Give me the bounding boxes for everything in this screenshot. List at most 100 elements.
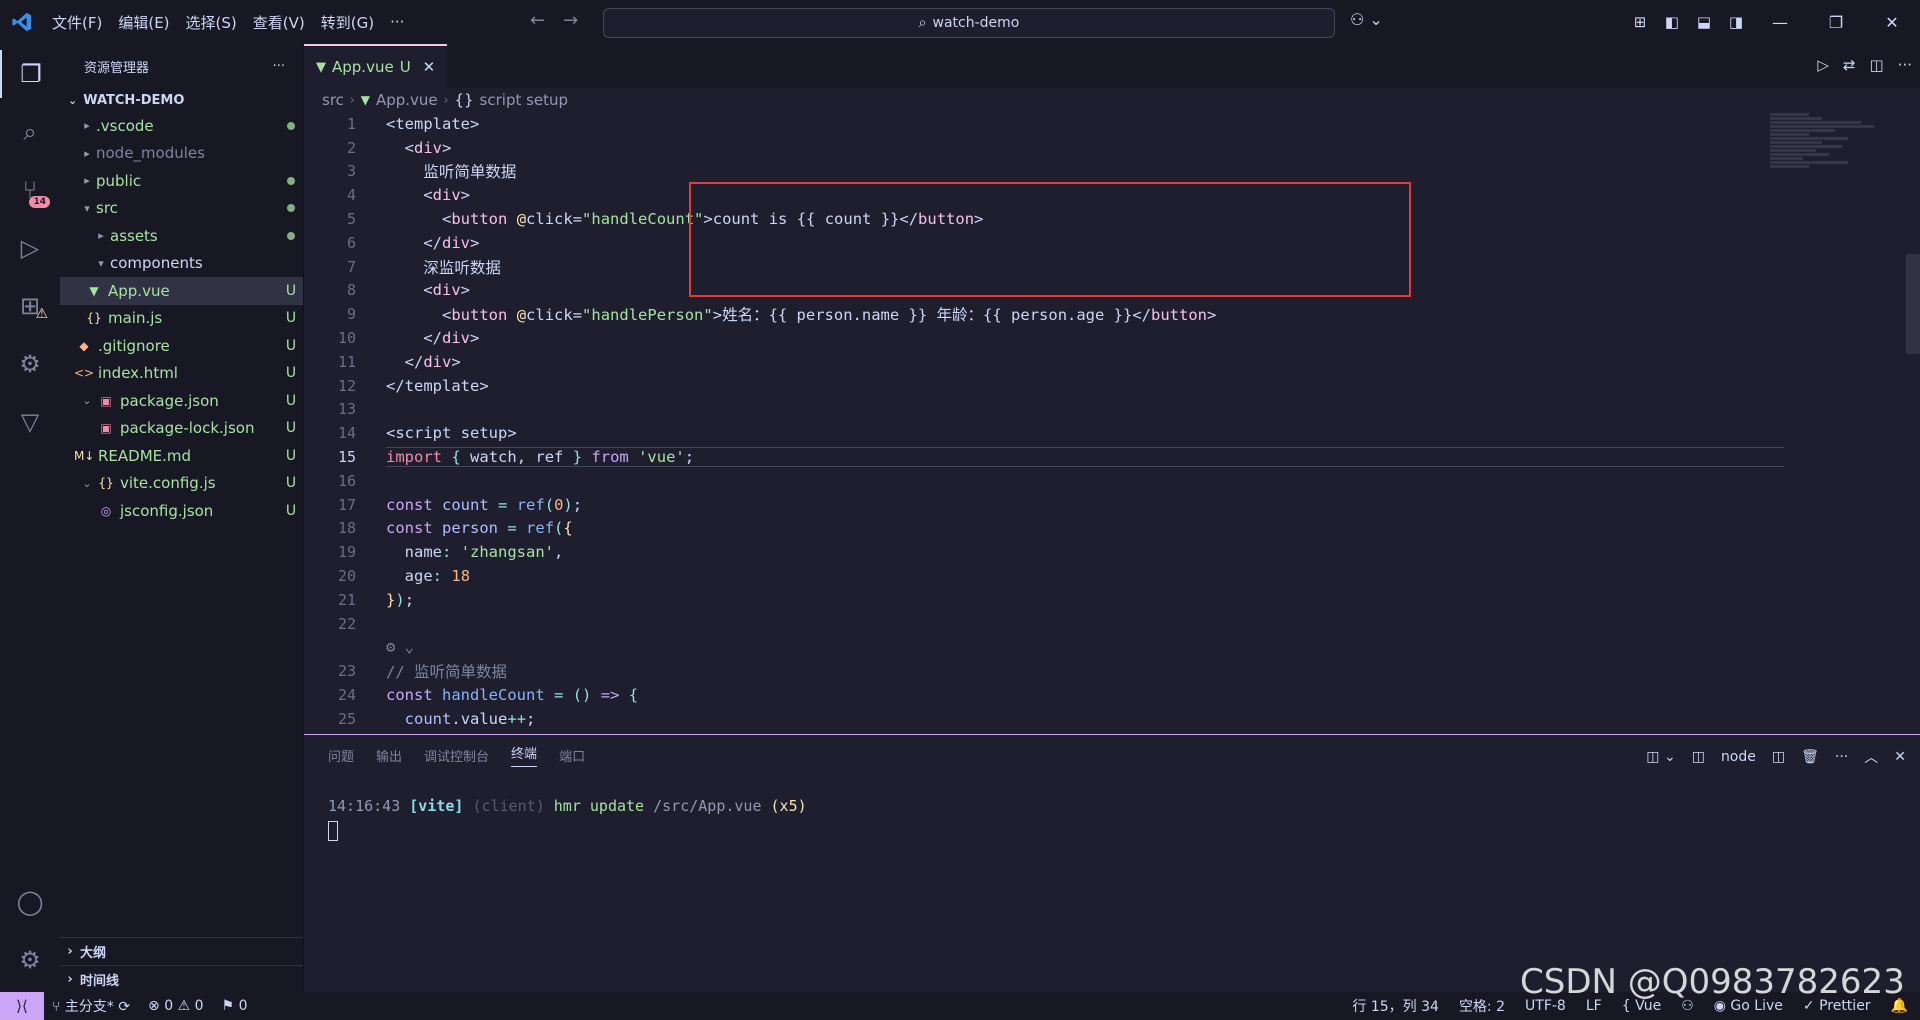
explorer-header: 资源管理器 ···	[60, 44, 303, 88]
scm-badge: 14	[29, 196, 50, 208]
tree-item-node-modules[interactable]: ▸ node_modules	[60, 140, 303, 168]
project-root[interactable]: ⌄ WATCH-DEMO	[60, 88, 303, 112]
minimize-icon[interactable]: —	[1752, 13, 1808, 32]
more-actions-icon[interactable]: ···	[1835, 749, 1848, 765]
ports-status[interactable]: ⚑ 0	[222, 998, 248, 1014]
close-window-icon[interactable]: ✕	[1864, 13, 1920, 32]
breadcrumb-file[interactable]: App.vue	[376, 91, 438, 109]
code-line: </div>	[404, 352, 461, 371]
tree-item-package-json[interactable]: ⌄ ▣ package.json U	[60, 387, 303, 415]
indentation[interactable]: 空格: 2	[1459, 996, 1505, 1016]
tree-item-vscode[interactable]: ▸ .vscode	[60, 112, 303, 140]
remote-icon[interactable]: ⟩⟨	[0, 992, 44, 1020]
line-number: 7	[346, 257, 356, 276]
customize-layout-icon[interactable]: ⊞	[1624, 13, 1656, 31]
terminal-output[interactable]: 14:16:43 [vite] (client) hmr update /src…	[328, 797, 807, 845]
toggle-secondary-sidebar-icon[interactable]: ◨	[1720, 13, 1752, 31]
search-view-icon[interactable]: ⌕	[0, 108, 60, 156]
menu-file[interactable]: 文件(F)	[44, 12, 110, 33]
breadcrumb-symbol[interactable]: script setup	[480, 91, 569, 109]
vue-file-icon: ▼	[316, 59, 326, 75]
tree-item-vite-config[interactable]: ⌄ {} vite.config.js U	[60, 470, 303, 498]
panel-actions: ◫ ⌄ ◫ node ◫ 🗑 ··· ︿ ✕	[1646, 747, 1906, 767]
code-line: name: 'zhangsan',	[404, 543, 564, 562]
outline-section[interactable]: › 大纲	[60, 937, 303, 965]
menu-view[interactable]: 查看(V)	[245, 12, 313, 33]
run-debug-icon[interactable]: ▷	[0, 224, 60, 272]
accounts-icon[interactable]: ◯	[0, 878, 60, 926]
code-line: <button @click="handlePerson">姓名：{{ pers…	[442, 306, 1217, 325]
vertical-scrollbar[interactable]	[1906, 254, 1920, 354]
tree-item-main-js[interactable]: {} main.js U	[60, 305, 303, 333]
explorer-more-icon[interactable]: ···	[273, 59, 285, 74]
close-tab-icon[interactable]: ✕	[423, 58, 436, 76]
git-branch-icon: ⑂	[52, 999, 61, 1015]
code-line: const person = ref({	[386, 519, 573, 538]
tree-item-label: package-lock.json	[120, 419, 255, 438]
toggle-panel-icon[interactable]: ⬓	[1688, 13, 1720, 31]
untracked-status: U	[285, 310, 297, 327]
chevron-right-icon: ›	[443, 93, 449, 107]
remote-explorer-icon[interactable]: ⚙	[0, 340, 60, 388]
restore-icon[interactable]: ❐	[1808, 13, 1864, 32]
tree-item-components[interactable]: ▾ components	[60, 250, 303, 278]
new-terminal-dropdown-icon[interactable]: ◫ ⌄	[1646, 749, 1675, 765]
modified-dot-icon	[279, 118, 303, 134]
command-center-search[interactable]: ⌕ watch-demo	[603, 8, 1335, 38]
tab-debug-console[interactable]: 调试控制台	[424, 746, 489, 765]
manage-gear-icon[interactable]: ⚙	[0, 936, 60, 984]
cursor-position[interactable]: 行 15，列 34	[1352, 996, 1439, 1016]
back-arrow-icon[interactable]: ←	[530, 10, 545, 31]
problems-status[interactable]: ⊗ 0 ⚠ 0	[148, 998, 204, 1014]
copilot-icon[interactable]: ⚇ ⌄	[1350, 10, 1383, 29]
explorer-sidebar: 资源管理器 ··· ⌄ WATCH-DEMO ▸ .vscode ▸ node_…	[60, 44, 304, 992]
tree-item-readme[interactable]: M↓ README.md U	[60, 442, 303, 470]
explorer-icon[interactable]: ❐	[0, 50, 60, 98]
extensions-icon[interactable]: ⊞ ⚠	[0, 282, 60, 330]
menu-go[interactable]: 转到(G)	[313, 12, 382, 33]
tree-item-gitignore[interactable]: ◆ .gitignore U	[60, 332, 303, 360]
tree-item-label: README.md	[98, 446, 192, 465]
tab-output[interactable]: 输出	[376, 746, 402, 765]
tree-item-assets[interactable]: ▸ assets	[60, 222, 303, 250]
tab-problems[interactable]: 问题	[328, 746, 354, 765]
file-tree: ▸ .vscode ▸ node_modules ▸ public ▾ src …	[60, 112, 303, 525]
untracked-status: U	[285, 502, 297, 519]
timeline-section[interactable]: › 时间线	[60, 965, 303, 993]
tree-item-label: node_modules	[96, 144, 205, 163]
line-number: 18	[337, 519, 356, 538]
code-line: </template>	[386, 376, 489, 395]
split-editor-icon[interactable]: ◫	[1870, 56, 1884, 74]
forward-arrow-icon[interactable]: →	[563, 10, 578, 31]
menu-edit[interactable]: 编辑(E)	[110, 12, 177, 33]
source-control-icon[interactable]: ⑂ 14	[0, 166, 60, 214]
branch-status[interactable]: ⑂ 主分支* ⟳	[52, 996, 130, 1016]
compare-changes-icon[interactable]: ⇄	[1843, 56, 1856, 74]
editor-tabs: ▼ App.vue U ✕ ▷ ⇄ ◫ ···	[304, 44, 1920, 88]
more-actions-icon[interactable]: ···	[1898, 56, 1912, 74]
minimap[interactable]	[1770, 112, 1900, 312]
toggle-sidebar-icon[interactable]: ◧	[1656, 13, 1688, 31]
menu-selection[interactable]: 选择(S)	[178, 12, 245, 33]
line-number: 21	[337, 590, 356, 609]
menu-more[interactable]: ···	[382, 13, 412, 31]
breadcrumb-src[interactable]: src	[322, 91, 344, 109]
tab-terminal[interactable]: 终端	[511, 743, 538, 767]
tree-item-jsconfig[interactable]: ◎ jsconfig.json U	[60, 497, 303, 525]
tree-item-package-lock-json[interactable]: ▣ package-lock.json U	[60, 415, 303, 443]
terminal-name[interactable]: node	[1721, 749, 1756, 765]
vue-devtools-icon[interactable]: ▽	[0, 398, 60, 446]
close-panel-icon[interactable]: ✕	[1894, 749, 1906, 765]
trash-icon[interactable]: 🗑	[1801, 749, 1819, 765]
tree-item-app-vue[interactable]: ▼ App.vue U	[60, 277, 303, 305]
tab-app-vue[interactable]: ▼ App.vue U ✕	[304, 44, 448, 88]
tree-item-src[interactable]: ▾ src	[60, 195, 303, 223]
split-terminal-icon[interactable]: ◫	[1772, 749, 1785, 765]
tree-item-public[interactable]: ▸ public	[60, 167, 303, 195]
tab-ports[interactable]: 端口	[559, 746, 585, 765]
tree-item-index-html[interactable]: <> index.html U	[60, 360, 303, 388]
codelens-icon[interactable]: ⚙ ⌄	[386, 638, 414, 656]
untracked-status: U	[285, 420, 297, 437]
run-icon[interactable]: ▷	[1817, 56, 1829, 74]
maximize-panel-icon[interactable]: ︿	[1864, 747, 1878, 767]
